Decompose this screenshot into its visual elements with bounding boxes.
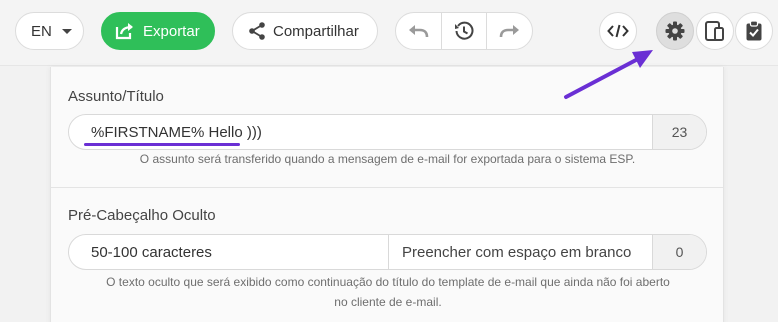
- clipboard-check-icon: [746, 20, 762, 41]
- mobile-preview-button[interactable]: [696, 12, 734, 50]
- mobile-preview-icon: [705, 21, 724, 41]
- code-icon: [607, 24, 629, 38]
- language-selector[interactable]: EN: [15, 12, 84, 50]
- settings-panel: Assunto/Título %FIRSTNAME% Hello ))) 23 …: [50, 67, 724, 322]
- subject-hint: O assunto será transferido quando a mens…: [139, 152, 636, 166]
- preheader-label: Pré-Cabeçalho Oculto: [68, 207, 216, 224]
- redo-icon: [499, 25, 519, 38]
- gear-icon: [665, 21, 685, 41]
- export-icon: [115, 23, 133, 40]
- preheader-input[interactable]: 50-100 caracteres: [69, 235, 388, 269]
- preheader-hint: O texto oculto que será exibido como con…: [59, 272, 717, 312]
- top-toolbar: EN Exportar Compartilhar: [0, 0, 778, 66]
- undo-icon: [409, 25, 429, 38]
- annotation-underline: [84, 143, 240, 146]
- share-label: Compartilhar: [273, 22, 359, 40]
- annotation-arrow: [564, 50, 653, 99]
- fill-whitespace-button[interactable]: Preencher com espaço em branco: [388, 235, 652, 269]
- preheader-char-count: 0: [652, 235, 706, 269]
- history-controls: [395, 12, 533, 50]
- export-button[interactable]: Exportar: [101, 12, 215, 50]
- share-button[interactable]: Compartilhar: [232, 12, 378, 50]
- history-button[interactable]: [440, 13, 487, 49]
- preheader-hint-line-1: O texto oculto que será exibido como con…: [106, 275, 670, 289]
- section-divider: [51, 187, 723, 188]
- language-label: EN: [31, 22, 52, 40]
- chevron-down-icon: [61, 29, 72, 34]
- subject-char-count: 23: [652, 115, 706, 149]
- preheader-field: 50-100 caracteres Preencher com espaço e…: [68, 234, 707, 270]
- settings-button[interactable]: [656, 12, 694, 50]
- undo-button[interactable]: [396, 13, 441, 49]
- redo-button[interactable]: [486, 13, 532, 49]
- clipboard-button[interactable]: [735, 12, 773, 50]
- share-icon: [249, 22, 265, 40]
- history-icon: [455, 21, 474, 40]
- preheader-hint-line-2: no cliente de e-mail.: [334, 295, 442, 309]
- subject-label: Assunto/Título: [68, 88, 164, 105]
- export-label: Exportar: [143, 22, 200, 40]
